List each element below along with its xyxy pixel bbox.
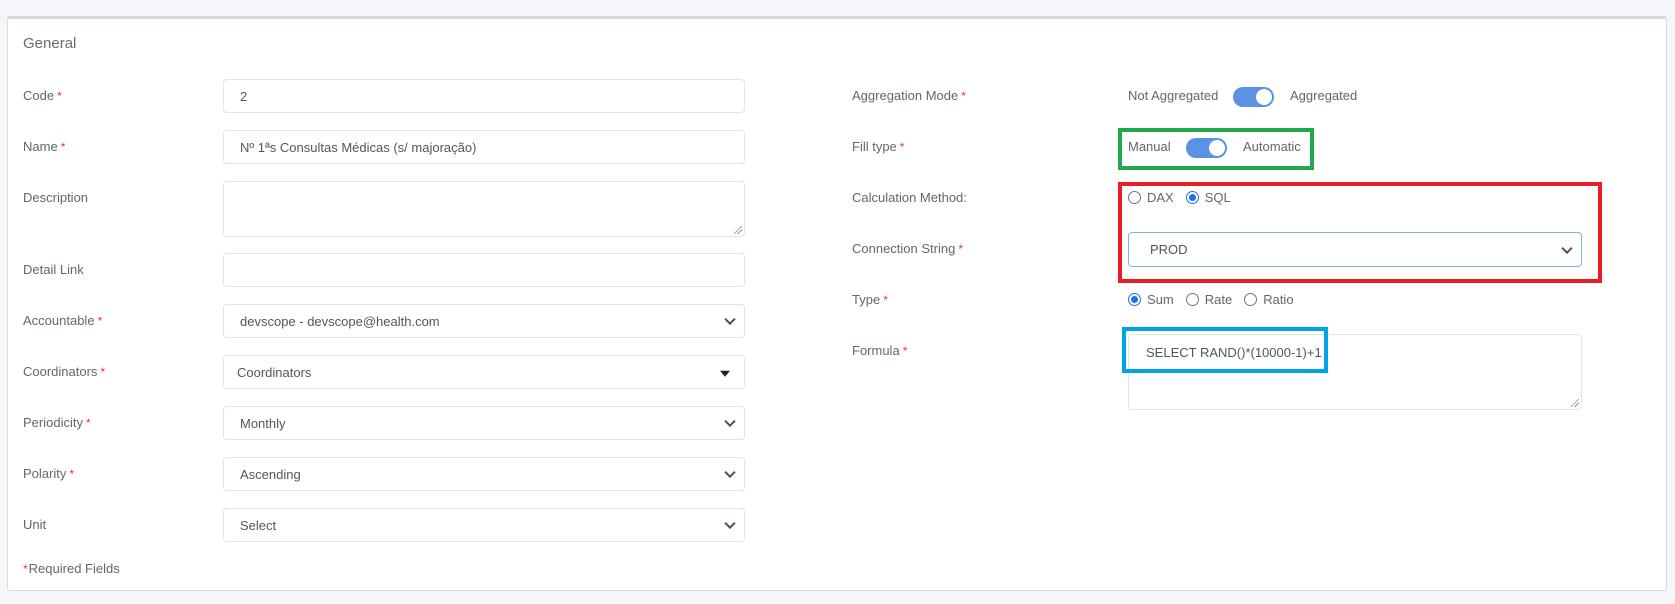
type-radio-group: Sum Rate Ratio xyxy=(1128,292,1306,307)
chevron-down-icon xyxy=(1561,242,1573,254)
fill-type-label: Fill type * xyxy=(852,139,905,154)
formula-textarea[interactable]: SELECT RAND()*(10000-1)+1 xyxy=(1128,334,1582,410)
code-label: Code * xyxy=(23,88,62,103)
chevron-down-icon xyxy=(724,313,736,326)
coordinators-multiselect[interactable]: Coordinators xyxy=(223,355,745,389)
radio-ratio[interactable]: Ratio xyxy=(1244,292,1294,307)
radio-unchecked-icon[interactable] xyxy=(1185,293,1199,306)
polarity-select[interactable]: Ascending xyxy=(223,457,745,491)
connection-string-select[interactable]: PROD xyxy=(1128,232,1582,267)
coordinators-label: Coordinators * xyxy=(23,364,106,379)
aggregation-mode-toggle[interactable] xyxy=(1233,87,1274,107)
chevron-down-icon xyxy=(724,415,736,428)
name-label: Name * xyxy=(23,139,66,154)
formula-label: Formula * xyxy=(852,343,908,358)
detail-link-input[interactable] xyxy=(223,253,745,287)
unit-select[interactable]: Select xyxy=(223,508,745,542)
radio-unchecked-icon[interactable] xyxy=(1128,191,1141,204)
toggle-knob xyxy=(1209,140,1225,156)
aggregated-label: Aggregated xyxy=(1290,88,1358,103)
detail-link-label: Detail Link xyxy=(23,262,84,277)
section-title: General xyxy=(23,35,77,52)
chevron-down-icon xyxy=(724,466,736,479)
type-label: Type * xyxy=(852,292,888,307)
automatic-label: Automatic xyxy=(1243,139,1301,154)
resize-handle-icon[interactable] xyxy=(734,226,742,234)
calculation-method-label: Calculation Method: xyxy=(852,190,967,205)
unit-label: Unit xyxy=(23,517,47,532)
description-label: Description xyxy=(23,190,89,205)
connection-string-label: Connection String * xyxy=(852,241,964,256)
manual-label: Manual xyxy=(1128,139,1171,154)
radio-checked-icon[interactable] xyxy=(1185,191,1199,204)
code-input[interactable]: 2 xyxy=(223,79,745,113)
radio-sql[interactable]: SQL xyxy=(1185,190,1231,205)
chevron-down-icon xyxy=(724,517,736,530)
polarity-label: Polarity * xyxy=(23,466,75,481)
not-aggregated-label: Not Aggregated xyxy=(1128,88,1219,103)
fill-type-toggle[interactable] xyxy=(1186,138,1227,158)
accountable-label: Accountable * xyxy=(23,313,103,328)
toggle-knob xyxy=(1256,89,1272,105)
periodicity-select[interactable]: Monthly xyxy=(223,406,745,440)
radio-unchecked-icon[interactable] xyxy=(1244,293,1258,306)
required-fields-note: *Required Fields xyxy=(23,561,120,576)
radio-checked-icon[interactable] xyxy=(1128,293,1141,306)
description-textarea[interactable] xyxy=(223,181,745,237)
radio-rate[interactable]: Rate xyxy=(1185,292,1232,307)
resize-handle-icon[interactable] xyxy=(1571,399,1579,407)
radio-dax[interactable]: DAX xyxy=(1128,190,1174,205)
calculation-method-radio-group: DAX SQL xyxy=(1128,190,1243,205)
accountable-select[interactable]: devscope - devscope@health.com xyxy=(223,304,745,338)
name-input[interactable]: Nº 1ªs Consultas Médicas (s/ majoração) xyxy=(223,130,745,164)
periodicity-label: Periodicity * xyxy=(23,415,91,430)
caret-down-icon xyxy=(720,370,730,377)
radio-sum[interactable]: Sum xyxy=(1128,292,1174,307)
aggregation-mode-label: Aggregation Mode * xyxy=(852,88,966,103)
